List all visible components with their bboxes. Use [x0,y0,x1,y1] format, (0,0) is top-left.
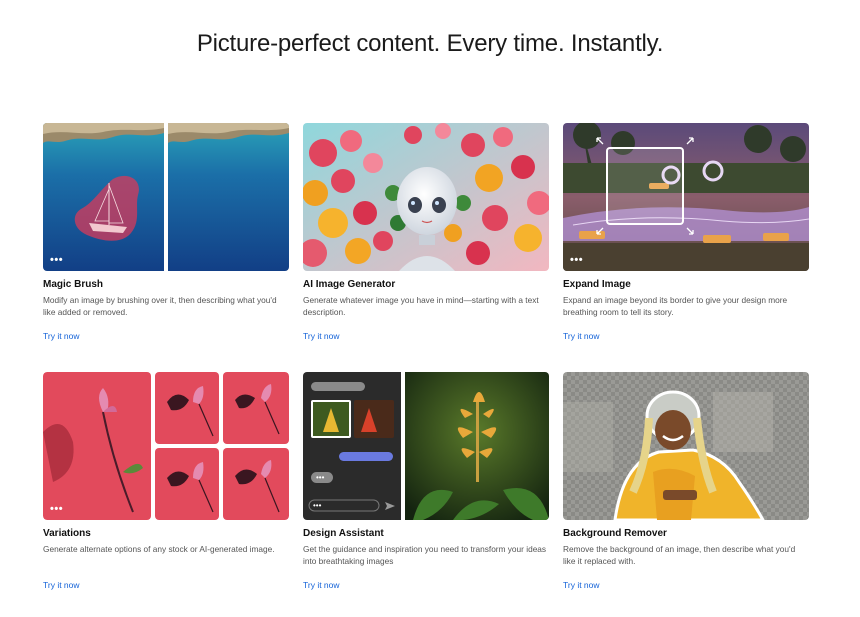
more-dots-icon[interactable]: ••• [50,255,63,266]
try-it-now-link[interactable]: Try it now [303,580,340,590]
try-it-now-link[interactable]: Try it now [563,331,600,341]
variations-image[interactable]: ••• [43,372,289,520]
page-headline: Picture-perfect content. Every time. Ins… [196,30,664,57]
card-title: Expand Image [563,279,631,290]
more-dots-icon[interactable]: ••• [570,255,583,266]
card-description: Modify an image by brushing over it, the… [43,295,277,317]
card-description: Generate whatever image you have in mind… [303,295,539,317]
card-description: Generate alternate options of any stock … [43,544,275,554]
background-remover-image[interactable] [563,372,809,520]
card-description: Remove the background of an image, then … [563,544,796,566]
card-magic-brush: ••• Magic Brush Modify an image by brush… [43,123,289,344]
card-description: Expand an image beyond its border to giv… [563,295,788,317]
card-title: AI Image Generator [303,279,396,290]
more-dots-icon[interactable]: ••• [50,504,63,515]
card-background-remover: Background Remover Remove the background… [563,372,809,593]
card-ai-image-generator: AI Image Generator Generate whatever ima… [303,123,549,344]
try-it-now-link[interactable]: Try it now [43,580,80,590]
expand-image-image[interactable]: ••• [563,123,809,271]
card-description: Get the guidance and inspiration you nee… [303,544,547,566]
card-expand-image: ••• Expand Image Expand an image beyond … [563,123,809,344]
svg-text:•••: ••• [316,473,325,482]
card-title: Background Remover [563,528,667,539]
card-title: Design Assistant [303,528,384,539]
card-design-assistant: ••• ••• Design Assistant Get the guidanc… [303,372,549,593]
magic-brush-image[interactable]: ••• [43,123,289,271]
try-it-now-link[interactable]: Try it now [563,580,600,590]
try-it-now-link[interactable]: Try it now [303,331,340,341]
ai-image-generator-image[interactable] [303,123,549,271]
try-it-now-link[interactable]: Try it now [43,331,80,341]
svg-text:•••: ••• [313,501,322,510]
card-title: Variations [43,528,91,539]
card-variations: ••• Variations Generate alternate option… [43,372,289,593]
card-title: Magic Brush [43,279,104,290]
design-assistant-image[interactable]: ••• ••• [303,372,549,520]
